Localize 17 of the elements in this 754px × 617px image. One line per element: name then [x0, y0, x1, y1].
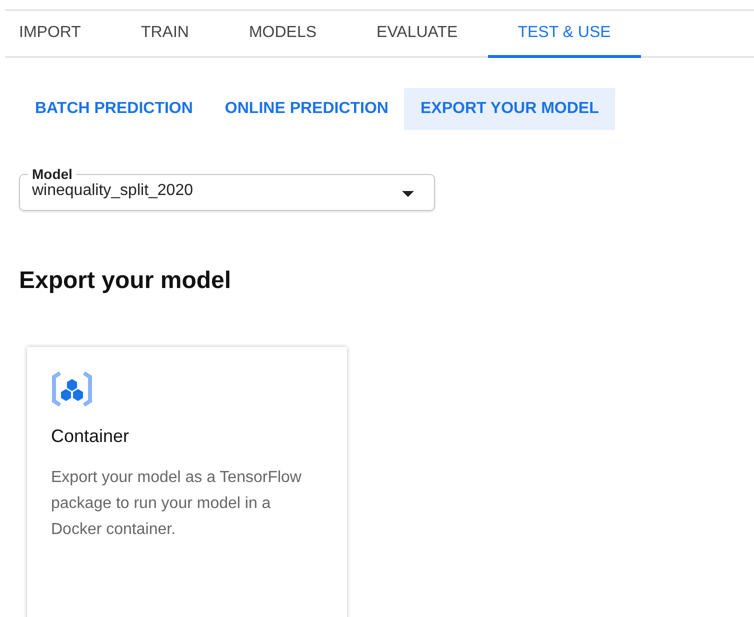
export-card[interactable]: Container Export your model as a TensorFlow package to run your model in a Docker container. — [27, 347, 347, 617]
tab[interactable]: TRAIN — [110, 11, 219, 58]
field-value: winequality_split_2020 — [32, 182, 193, 200]
container-icon — [51, 371, 93, 407]
tab[interactable]: MODELS — [218, 11, 347, 58]
model-select[interactable]: Model winequality_split_2020 — [19, 166, 435, 211]
section-heading: Export your model — [19, 267, 232, 295]
subtab[interactable]: ONLINE PREDICTION — [208, 88, 404, 130]
dropdown-caret-icon — [402, 191, 414, 197]
card-title: Container — [51, 426, 130, 447]
tab[interactable]: IMPORT — [5, 11, 111, 58]
subtab[interactable]: BATCH PREDICTION — [19, 88, 209, 130]
card-description: Export your model as a TensorFlow package to run your model in a Docker container. — [51, 468, 302, 540]
subtab[interactable]: EXPORT YOUR MODEL — [404, 88, 615, 130]
tab[interactable]: EVALUATE — [346, 11, 488, 58]
field-label: Model — [31, 166, 74, 182]
tab[interactable]: TEST & USE — [488, 11, 641, 58]
